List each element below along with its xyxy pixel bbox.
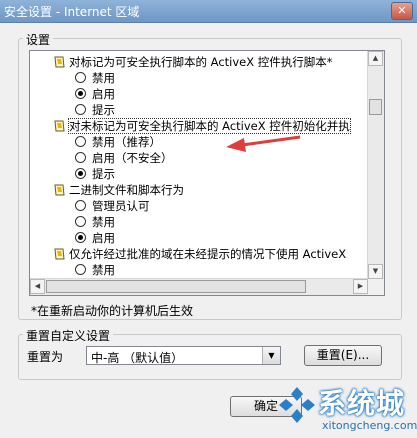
window-title: 安全设置 - Internet 区域 xyxy=(4,5,140,19)
setting-option[interactable]: 启用 xyxy=(75,86,115,102)
radio-unchecked-icon[interactable] xyxy=(75,136,86,147)
setting-option-label: 启用 xyxy=(92,231,115,245)
setting-option[interactable]: 启用（不安全） xyxy=(75,150,173,166)
setting-category[interactable]: 仅允许经过批准的域在未经提示的情况下使用 ActiveX xyxy=(54,246,346,262)
scroll-left-icon[interactable]: ◀ xyxy=(30,279,45,294)
setting-option-label: 提示 xyxy=(92,103,115,117)
setting-category-icon xyxy=(54,56,65,68)
setting-category-label: 仅允许经过批准的域在未经提示的情况下使用 ActiveX xyxy=(69,247,347,261)
setting-option[interactable]: 禁用 xyxy=(75,70,115,86)
settings-group-title: 设置 xyxy=(23,31,54,48)
scroll-down-icon[interactable]: ▼ xyxy=(368,264,383,279)
setting-category[interactable]: 对标记为可安全执行脚本的 ActiveX 控件执行脚本* xyxy=(54,54,333,70)
radio-checked-icon[interactable] xyxy=(75,232,86,243)
setting-category[interactable]: 对未标记为可安全执行脚本的 ActiveX 控件初始化并执 xyxy=(54,118,351,134)
title-bar: 安全设置 - Internet 区域 ✕ xyxy=(0,0,417,23)
setting-category-icon xyxy=(54,184,65,196)
reset-group-title: 重置自定义设置 xyxy=(23,327,114,344)
setting-category-icon xyxy=(54,120,65,132)
setting-option-label: 禁用（推荐） xyxy=(92,135,161,149)
restart-note: *在重新启动你的计算机后生效 xyxy=(31,304,194,318)
setting-category[interactable]: 二进制文件和脚本行为 xyxy=(54,182,184,198)
vertical-scroll-thumb[interactable] xyxy=(369,99,382,115)
setting-option[interactable]: 提示 xyxy=(75,102,115,118)
radio-unchecked-icon[interactable] xyxy=(75,264,86,275)
setting-category-icon xyxy=(54,248,65,260)
setting-option-label: 禁用 xyxy=(92,263,115,277)
annotation-arrow-icon xyxy=(226,135,301,152)
setting-option-label: 禁用 xyxy=(92,71,115,85)
close-button[interactable]: ✕ xyxy=(391,2,413,20)
radio-unchecked-icon[interactable] xyxy=(75,216,86,227)
setting-option-label: 启用（不安全） xyxy=(92,151,173,165)
horizontal-scroll-thumb[interactable] xyxy=(46,280,306,293)
radio-unchecked-icon[interactable] xyxy=(75,152,86,163)
watermark-url: xitongcheng.com xyxy=(322,419,417,432)
horizontal-scrollbar[interactable]: ◀ ▶ xyxy=(30,278,368,295)
scroll-right-icon[interactable]: ▶ xyxy=(353,279,368,294)
setting-option[interactable]: 禁用（推荐） xyxy=(75,134,161,150)
setting-category-label: 二进制文件和脚本行为 xyxy=(69,183,184,197)
radio-unchecked-icon[interactable] xyxy=(75,104,86,115)
watermark-logo-icon xyxy=(279,387,315,423)
radio-unchecked-icon[interactable] xyxy=(75,200,86,211)
setting-option[interactable]: 管理员认可 xyxy=(75,198,150,214)
setting-option-label: 启用 xyxy=(92,87,115,101)
setting-option[interactable]: 提示 xyxy=(75,166,115,182)
reset-level-value: 中-高 （默认值） xyxy=(91,351,184,365)
setting-category-label: 对标记为可安全执行脚本的 ActiveX 控件执行脚本* xyxy=(69,55,333,69)
setting-option-label: 管理员认可 xyxy=(92,199,150,213)
setting-option-label: 禁用 xyxy=(92,215,115,229)
radio-checked-icon[interactable] xyxy=(75,168,86,179)
setting-option-label: 提示 xyxy=(92,167,115,181)
radio-checked-icon[interactable] xyxy=(75,88,86,99)
watermark-text: 系统城 xyxy=(318,387,406,420)
scroll-up-icon[interactable]: ▲ xyxy=(368,51,383,66)
vertical-scrollbar[interactable]: ▲ ▼ xyxy=(367,51,384,279)
radio-unchecked-icon[interactable] xyxy=(75,72,86,83)
scrollbar-corner xyxy=(368,279,384,295)
reset-to-label: 重置为 xyxy=(27,350,64,364)
setting-category-label: 对未标记为可安全执行脚本的 ActiveX 控件初始化并执 xyxy=(68,118,351,134)
reset-button[interactable]: 重置(E)... xyxy=(304,345,382,366)
watermark: 系统城 xitongcheng.com xyxy=(276,382,417,438)
setting-option[interactable]: 启用 xyxy=(75,230,115,246)
setting-option[interactable]: 禁用 xyxy=(75,214,115,230)
setting-option[interactable]: 禁用 xyxy=(75,262,115,278)
chevron-down-icon[interactable]: ▼ xyxy=(262,347,280,364)
settings-list[interactable]: 对标记为可安全执行脚本的 ActiveX 控件执行脚本* 禁用 启用 提示 对未标记为可… xyxy=(29,50,385,296)
reset-level-select[interactable]: 中-高 （默认值） ▼ xyxy=(86,346,281,365)
